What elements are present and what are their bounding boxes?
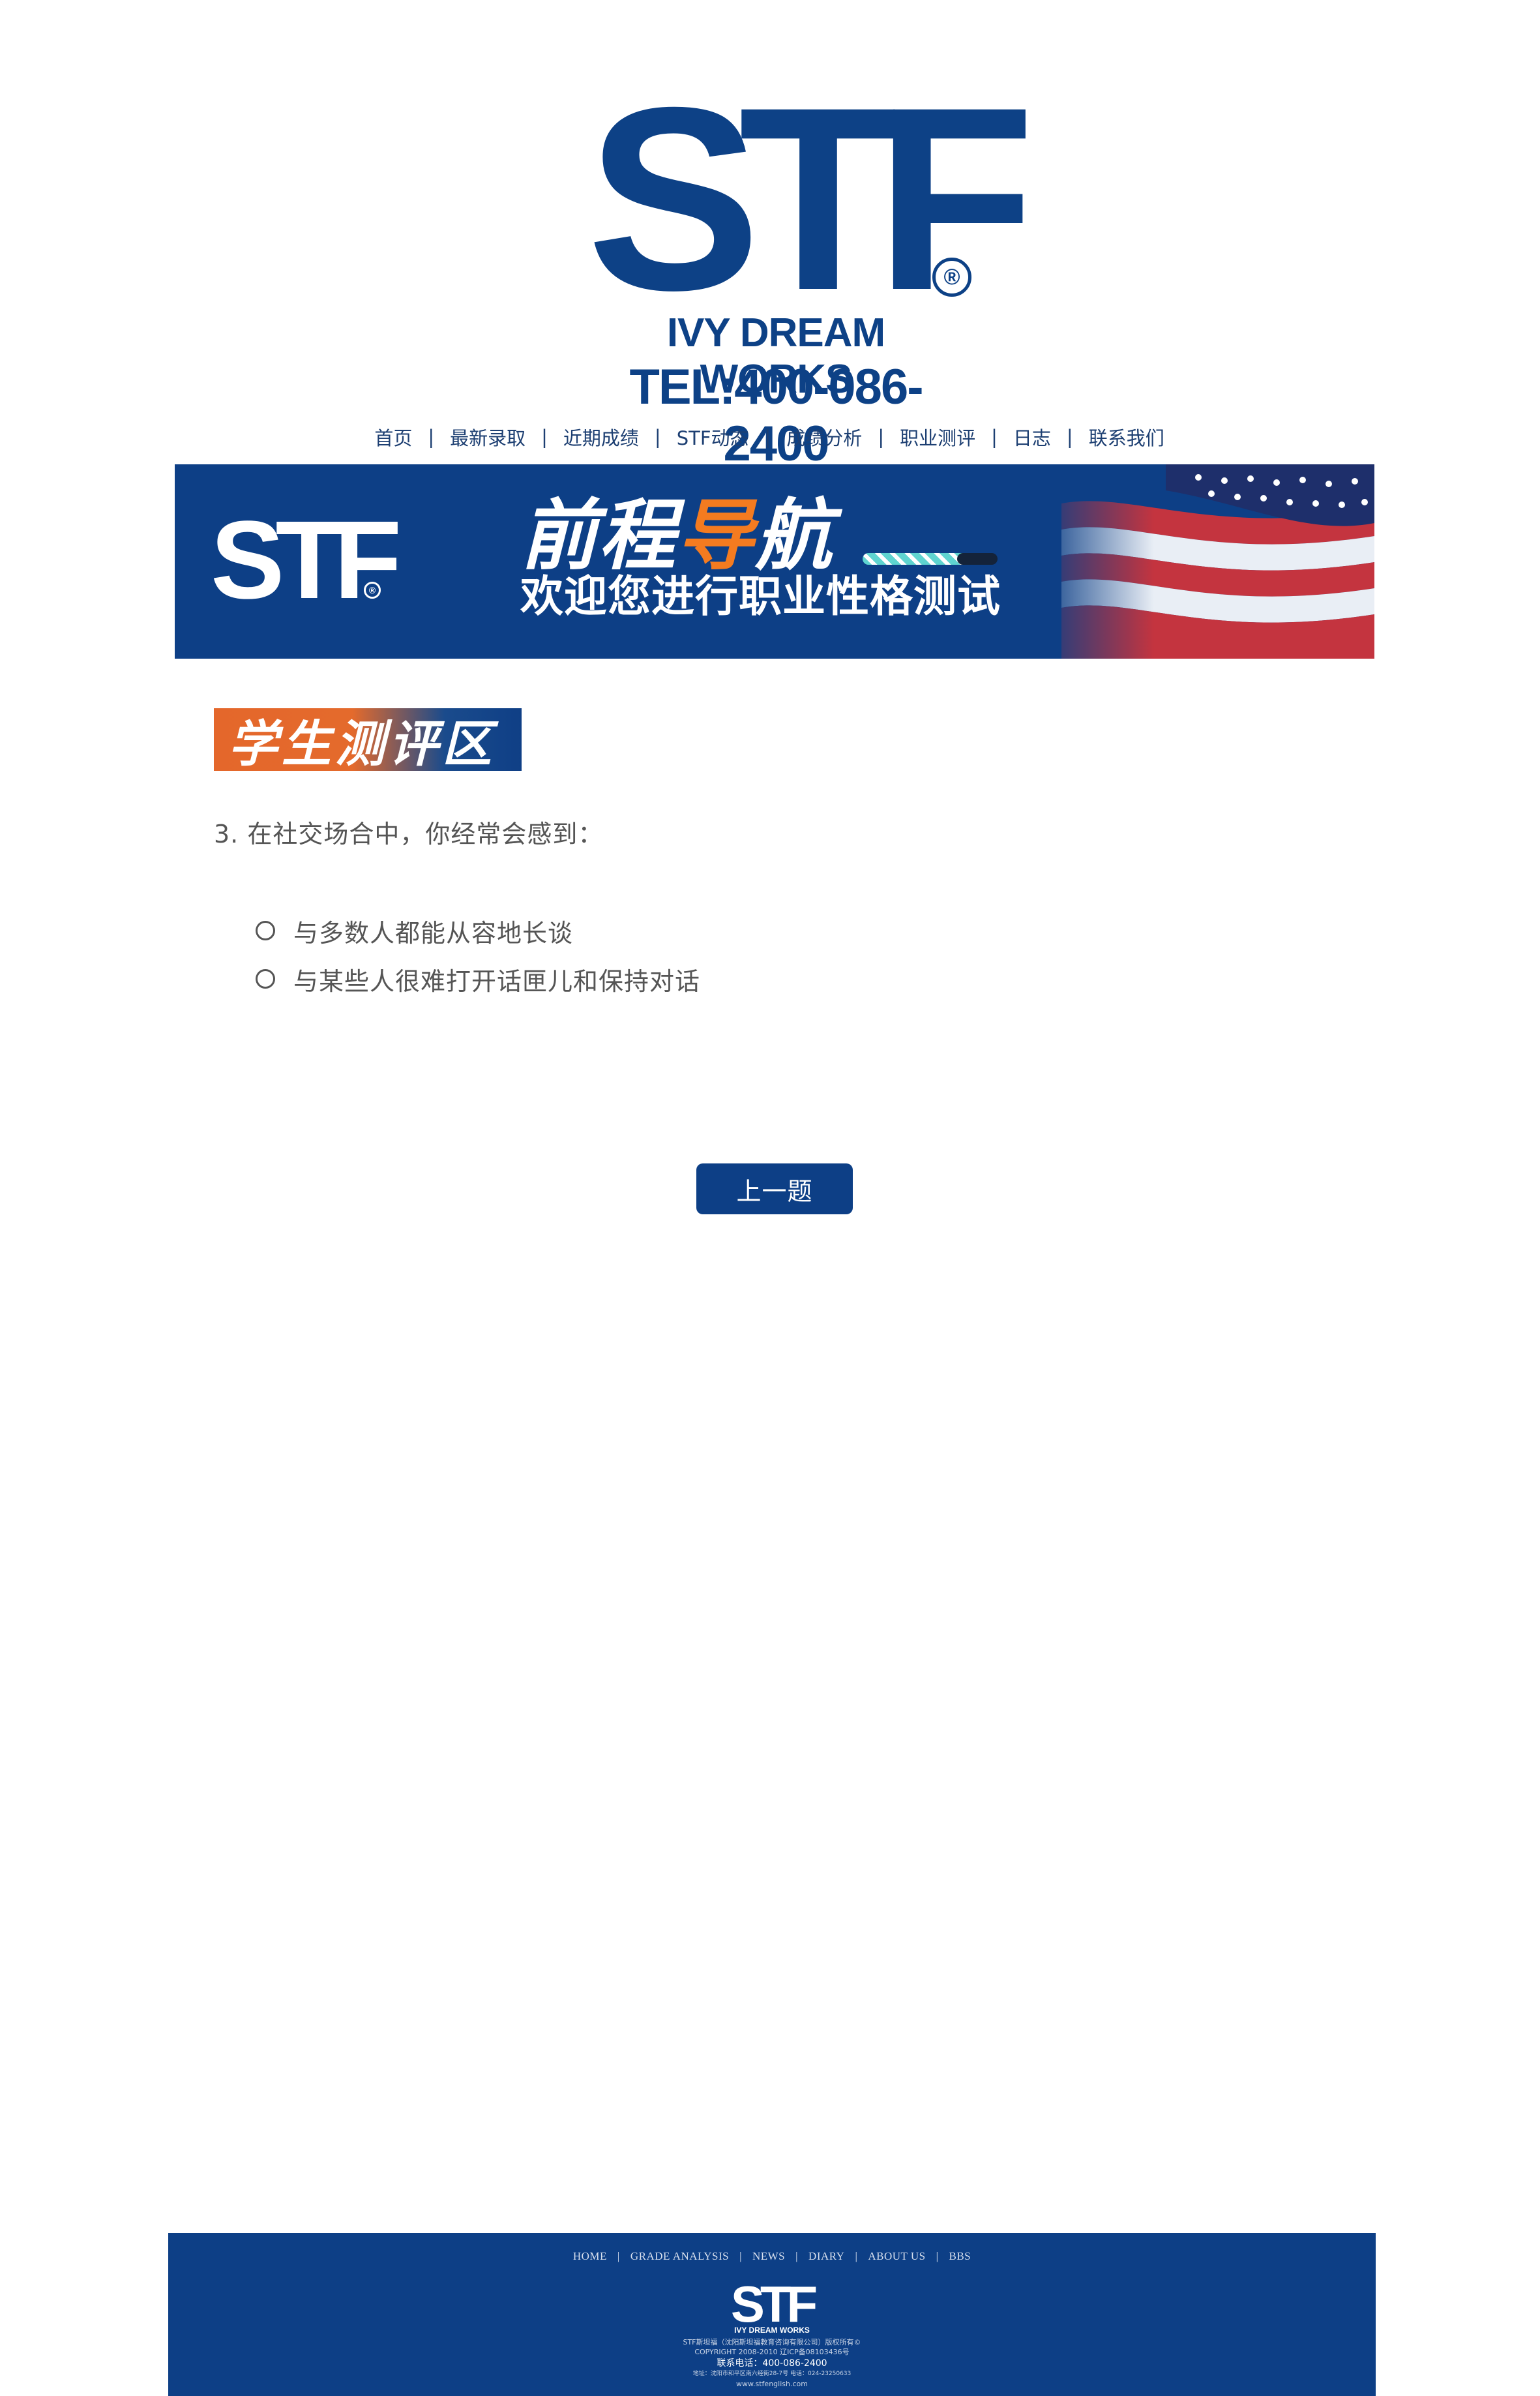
- hero-banner: STF ® 前程导航 欢迎您进行职业性格测试: [175, 464, 1374, 659]
- nav-separator: |: [1066, 426, 1073, 448]
- radio-button[interactable]: [256, 921, 275, 940]
- nav-separator: |: [428, 426, 435, 448]
- footer-address: 地址：沈阳市和平区南六经街28-7号 电话：024-23250633: [692, 2371, 851, 2377]
- nav-item-news[interactable]: STF动态: [661, 423, 765, 451]
- banner-registered-mark: ®: [364, 582, 381, 599]
- nav-separator: |: [654, 426, 661, 448]
- section-title: 学生测评区: [228, 715, 496, 773]
- nav-separator: |: [991, 426, 998, 448]
- banner-logo: STF: [211, 498, 402, 622]
- footer-copyright: COPYRIGHT 2008-2010 辽ICP备08103436号: [694, 2348, 850, 2356]
- nav-item-recent-scores[interactable]: 近期成绩: [548, 423, 655, 451]
- footer-link-home[interactable]: HOME: [573, 2250, 607, 2262]
- banner-title-highlight: 导: [677, 490, 756, 580]
- question-text: 3. 在社交场合中，你经常会感到：: [214, 820, 604, 848]
- answer-option[interactable]: 与某些人很难打开话匣儿和保持对话: [256, 955, 700, 1003]
- footer-link-news[interactable]: NEWS: [752, 2250, 785, 2262]
- nav-item-diary[interactable]: 日志: [998, 423, 1067, 451]
- option-label: 与多数人都能从容地长谈: [293, 918, 574, 948]
- footer-separator: |: [739, 2250, 742, 2262]
- footer-separator: |: [855, 2250, 858, 2262]
- answer-option[interactable]: 与多数人都能从容地长谈: [256, 906, 700, 955]
- footer-phone: 联系电话：400-086-2400: [717, 2358, 827, 2369]
- nav-item-contact[interactable]: 联系我们: [1073, 423, 1180, 451]
- us-flag-icon: [1035, 464, 1374, 659]
- nav-separator: |: [878, 426, 885, 448]
- footer-logo-tagline: IVY DREAM WORKS: [734, 2326, 810, 2335]
- nav-item-career-test[interactable]: 职业测评: [884, 423, 991, 451]
- registered-mark: ®: [932, 258, 971, 297]
- main-nav: 首页 | 最新录取 | 近期成绩 | STF动态 | 成绩分析 | 职业测评 |…: [365, 421, 1174, 453]
- nav-item-score-analysis[interactable]: 成绩分析: [771, 423, 878, 451]
- nav-separator: |: [541, 426, 548, 448]
- banner-title-part1: 前程: [520, 490, 677, 580]
- footer-copyright-owner: STF斯坦福（沈阳斯坦福教育咨询有限公司）版权所有©: [683, 2338, 861, 2346]
- banner-subtitle: 欢迎您进行职业性格测试: [520, 571, 1001, 621]
- footer-separator: |: [795, 2250, 799, 2262]
- footer-nav: HOME | GRADE ANALYSIS | NEWS | DIARY | ABOUT US |…: [168, 2250, 1376, 2263]
- nav-separator: |: [764, 426, 771, 448]
- footer-link-diary[interactable]: DIARY: [808, 2250, 844, 2262]
- progress-stripe-tip: [957, 553, 998, 565]
- footer-logo: STF: [730, 2275, 818, 2333]
- footer-link-grade-analysis[interactable]: GRADE ANALYSIS: [630, 2250, 729, 2262]
- banner-title: 前程导航: [520, 497, 833, 574]
- footer-website[interactable]: www.stfenglish.com: [168, 2380, 1376, 2388]
- header-logo[interactable]: STF ® IVY DREAM WORKS TEL:400-086-2400: [587, 68, 1035, 472]
- answer-options: 与多数人都能从容地长谈 与某些人很难打开话匣儿和保持对话: [256, 906, 700, 1003]
- footer-link-bbs[interactable]: BBS: [949, 2250, 971, 2262]
- option-label: 与某些人很难打开话匣儿和保持对话: [293, 966, 701, 996]
- student-evaluation-badge: 学生测评区: [214, 708, 522, 773]
- nav-item-admissions[interactable]: 最新录取: [434, 423, 541, 451]
- previous-question-button[interactable]: 上一题: [696, 1163, 853, 1214]
- footer-separator: |: [617, 2250, 620, 2262]
- radio-button[interactable]: [256, 969, 275, 989]
- footer-separator: |: [936, 2250, 939, 2262]
- logo-text: STF: [587, 53, 1035, 344]
- banner-title-part2: 航: [755, 490, 834, 580]
- footer: HOME | GRADE ANALYSIS | NEWS | DIARY | ABOUT US |…: [168, 2233, 1376, 2396]
- phone-number: TEL:400-086-2400: [629, 359, 923, 472]
- nav-item-home[interactable]: 首页: [359, 423, 428, 451]
- footer-link-about-us[interactable]: ABOUT US: [868, 2250, 925, 2262]
